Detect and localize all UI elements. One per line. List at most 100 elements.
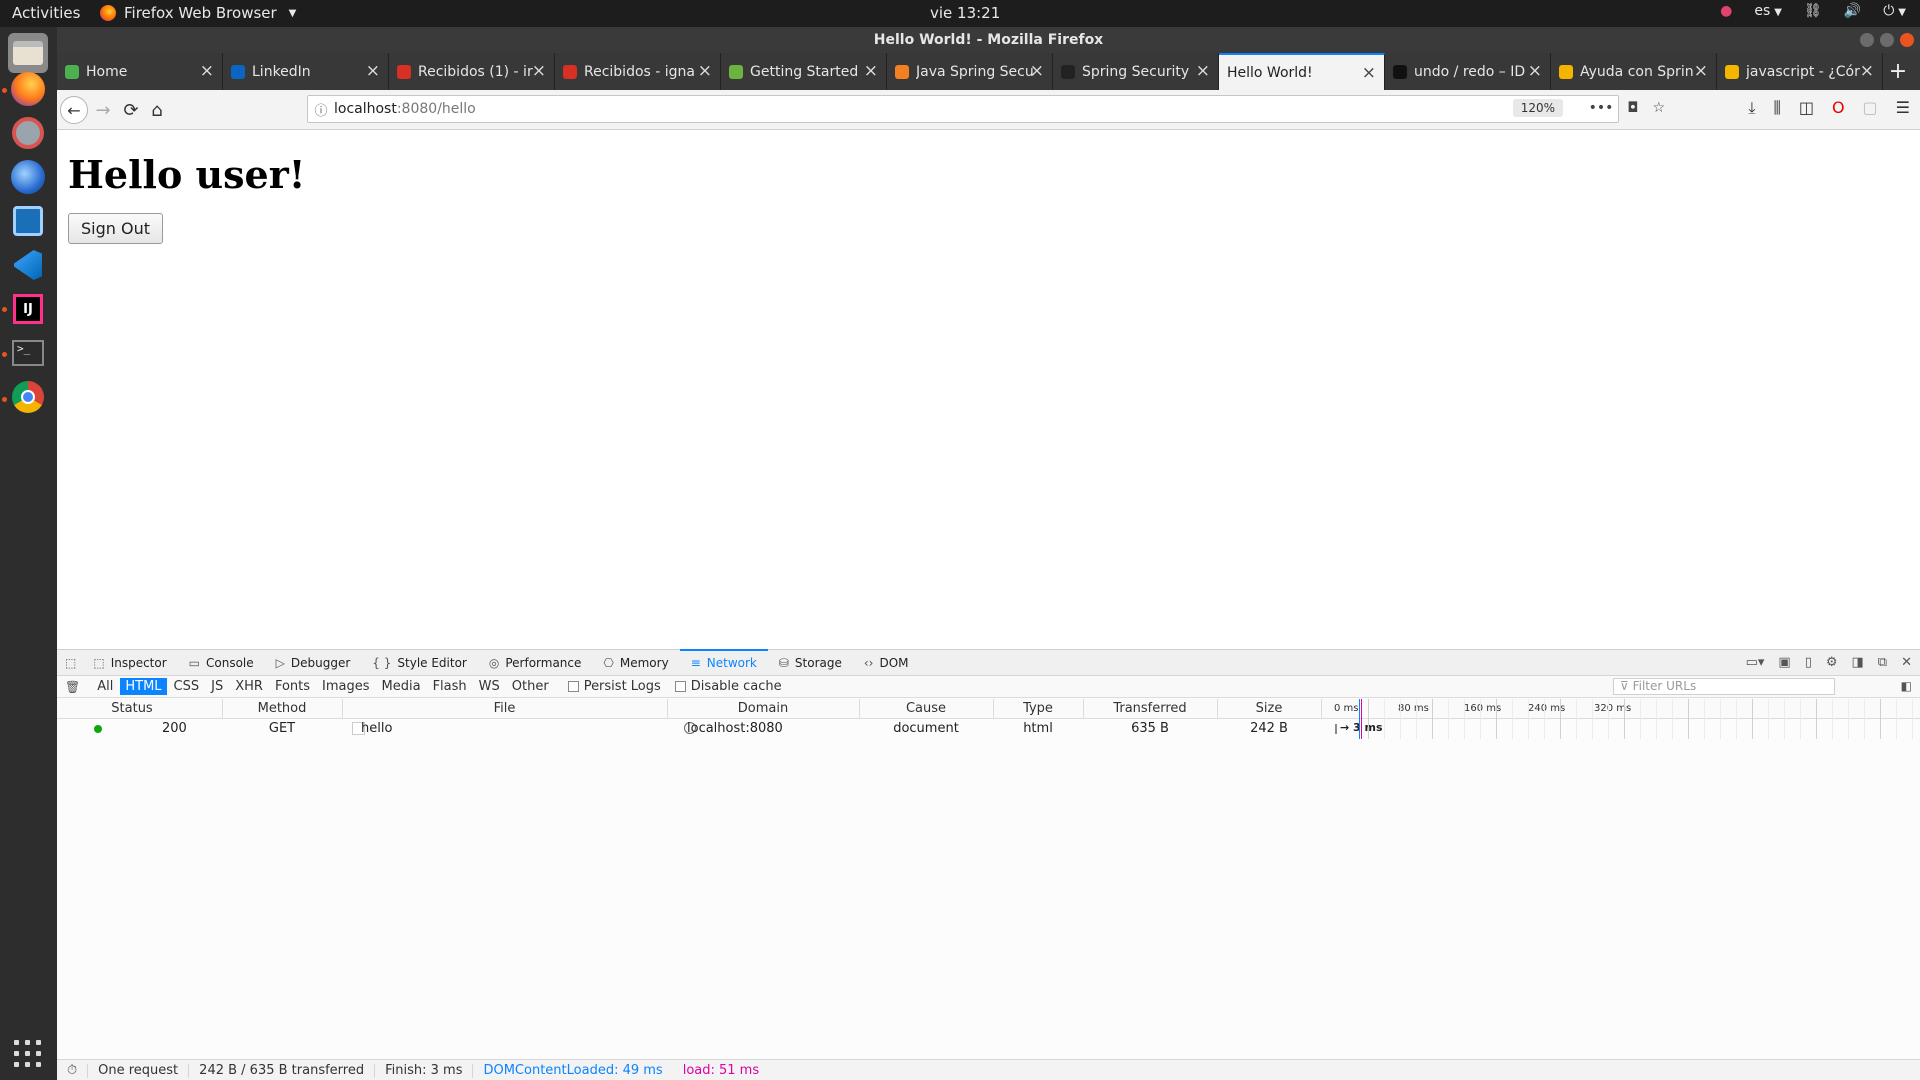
bookmark-star-icon[interactable]: ☆ bbox=[1652, 100, 1665, 116]
filter-all-button[interactable]: All bbox=[92, 678, 118, 695]
devtools-tab-storage[interactable]: ⛁ Storage bbox=[768, 650, 853, 676]
downloads-icon[interactable]: ⤓ bbox=[1748, 98, 1755, 118]
filter-css-button[interactable]: CSS bbox=[169, 678, 205, 695]
toggle-sidebar-icon[interactable]: ◧ bbox=[1901, 679, 1912, 693]
close-tab-icon[interactable]: × bbox=[698, 61, 712, 81]
close-tab-icon[interactable]: × bbox=[864, 61, 878, 81]
close-tab-icon[interactable]: × bbox=[1362, 63, 1376, 83]
home-button[interactable]: ⌂ bbox=[143, 96, 171, 124]
devtools-tab-inspector[interactable]: ⬚ Inspector bbox=[82, 650, 177, 676]
col-file[interactable]: File bbox=[342, 701, 667, 716]
col-method[interactable]: Method bbox=[222, 701, 342, 716]
remote-desktop-icon[interactable] bbox=[8, 201, 48, 241]
browser-tab[interactable]: Hello World! × bbox=[1219, 53, 1385, 90]
close-tab-icon[interactable]: × bbox=[1528, 61, 1542, 81]
browser-tab[interactable]: Getting Started × bbox=[721, 53, 887, 90]
element-picker-icon[interactable]: ⬚ bbox=[65, 656, 76, 670]
power-icon[interactable]: ⏻ ▼ bbox=[1883, 3, 1906, 19]
browser-tab[interactable]: Home × bbox=[57, 53, 223, 90]
reload-button[interactable]: ⟳ bbox=[117, 96, 145, 124]
browser-tab[interactable]: javascript - ¿Cór × bbox=[1717, 53, 1883, 90]
devtools-tab-debugger[interactable]: ▷ Debugger bbox=[265, 650, 362, 676]
performance-analysis-icon[interactable]: ⏱ bbox=[57, 1063, 89, 1078]
responsive-design-icon[interactable]: ▯ bbox=[1805, 655, 1812, 670]
pocket-icon[interactable]: ◘ bbox=[1627, 100, 1638, 116]
activities-button[interactable]: Activities bbox=[12, 4, 80, 22]
col-transferred[interactable]: Transferred bbox=[1083, 701, 1217, 716]
close-tab-icon[interactable]: × bbox=[1196, 61, 1210, 81]
language-selector[interactable]: es ▼ bbox=[1754, 3, 1782, 19]
firefox-icon[interactable] bbox=[8, 69, 48, 109]
browser-tab[interactable]: undo / redo – ID × bbox=[1385, 53, 1551, 90]
filter-media-button[interactable]: Media bbox=[377, 678, 426, 695]
thunderbird-icon[interactable] bbox=[8, 157, 48, 197]
sign-out-button[interactable]: Sign Out bbox=[68, 213, 163, 244]
browser-tab[interactable]: Recibidos (1) - ir × bbox=[389, 53, 555, 90]
filter-images-button[interactable]: Images bbox=[317, 678, 375, 695]
close-tab-icon[interactable]: × bbox=[200, 61, 214, 81]
col-size[interactable]: Size bbox=[1217, 701, 1321, 716]
terminal-icon[interactable]: >_ bbox=[8, 333, 48, 373]
browser-tab[interactable]: Spring Security × bbox=[1053, 53, 1219, 90]
volume-icon[interactable]: 🔊 bbox=[1844, 3, 1861, 19]
browser-tab[interactable]: Recibidos - igna × bbox=[555, 53, 721, 90]
col-type[interactable]: Type bbox=[993, 701, 1083, 716]
files-icon[interactable] bbox=[8, 33, 48, 73]
software-updater-icon[interactable] bbox=[8, 113, 48, 153]
minimize-button[interactable] bbox=[1860, 33, 1874, 47]
close-tab-icon[interactable]: × bbox=[1030, 61, 1044, 81]
intellij-icon[interactable]: IJ bbox=[8, 289, 48, 329]
indicator-icon[interactable]: ● bbox=[1720, 3, 1732, 19]
app-menu[interactable]: Firefox Web Browser ▼ bbox=[100, 4, 296, 22]
new-tab-button[interactable]: + bbox=[1883, 53, 1913, 90]
close-window-button[interactable] bbox=[1900, 33, 1914, 47]
settings-gear-icon[interactable]: ⚙ bbox=[1826, 655, 1838, 670]
extension-icon[interactable]: ▢ bbox=[1863, 98, 1878, 118]
devtools-tab-dom[interactable]: ‹› DOM bbox=[853, 650, 920, 676]
chrome-icon[interactable] bbox=[8, 377, 48, 417]
zoom-indicator[interactable]: 120% bbox=[1512, 99, 1563, 117]
filter-other-button[interactable]: Other bbox=[507, 678, 554, 695]
show-applications-icon[interactable] bbox=[14, 1040, 42, 1068]
forward-button[interactable]: → bbox=[89, 96, 117, 124]
col-domain[interactable]: Domain bbox=[667, 701, 859, 716]
url-bar[interactable]: ⓘ localhost:8080/hello 120% bbox=[307, 95, 1619, 123]
close-tab-icon[interactable]: × bbox=[532, 61, 546, 81]
filter-xhr-button[interactable]: XHR bbox=[230, 678, 268, 695]
devtools-tab-memory[interactable]: ⎔ Memory bbox=[592, 650, 679, 676]
col-cause[interactable]: Cause bbox=[859, 701, 993, 716]
opera-extension-icon[interactable]: O bbox=[1832, 98, 1845, 118]
devtools-tab-console[interactable]: ▭ Console bbox=[178, 650, 265, 676]
col-status[interactable]: Status bbox=[87, 701, 177, 716]
split-console-icon[interactable]: ▣ bbox=[1778, 655, 1790, 670]
back-button[interactable]: ← bbox=[60, 96, 88, 124]
browser-tab[interactable]: Ayuda con Sprin × bbox=[1551, 53, 1717, 90]
trash-icon[interactable]: 🗑 bbox=[65, 680, 80, 694]
close-tab-icon[interactable]: × bbox=[1860, 61, 1874, 81]
vscode-icon[interactable] bbox=[8, 245, 48, 285]
browser-tab[interactable]: LinkedIn × bbox=[223, 53, 389, 90]
clock[interactable]: vie 13:21 bbox=[930, 4, 1000, 22]
filter-urls-input[interactable]: ⊽ Filter URLs bbox=[1613, 678, 1835, 695]
persist-logs-checkbox[interactable]: Persist Logs bbox=[567, 679, 661, 694]
close-tab-icon[interactable]: × bbox=[1694, 61, 1708, 81]
separate-window-icon[interactable]: ⧉ bbox=[1878, 655, 1887, 670]
filter-flash-button[interactable]: Flash bbox=[428, 678, 472, 695]
filter-js-button[interactable]: JS bbox=[206, 678, 228, 695]
browser-tab[interactable]: Java Spring Secu × bbox=[887, 53, 1053, 90]
close-tab-icon[interactable]: × bbox=[366, 61, 380, 81]
close-devtools-icon[interactable]: ✕ bbox=[1901, 655, 1912, 670]
dock-options-icon[interactable]: ▭▾ bbox=[1746, 655, 1765, 670]
menu-icon[interactable]: ☰ bbox=[1896, 98, 1910, 118]
library-icon[interactable]: ⫼ bbox=[1773, 98, 1780, 118]
devtools-tab-performance[interactable]: ◎ Performance bbox=[478, 650, 593, 676]
devtools-tab-network[interactable]: ≡ Network bbox=[679, 648, 769, 676]
devtools-tab-style-editor[interactable]: { } Style Editor bbox=[361, 650, 478, 676]
site-info-icon[interactable]: ⓘ bbox=[308, 100, 334, 119]
filter-html-button[interactable]: HTML bbox=[120, 678, 167, 695]
disable-cache-checkbox[interactable]: Disable cache bbox=[674, 679, 782, 694]
network-icon[interactable]: ⛓ bbox=[1804, 3, 1822, 19]
sidebar-icon[interactable]: ◫ bbox=[1799, 98, 1814, 118]
filter-ws-button[interactable]: WS bbox=[474, 678, 505, 695]
page-actions-icon[interactable]: ••• bbox=[1589, 100, 1614, 116]
